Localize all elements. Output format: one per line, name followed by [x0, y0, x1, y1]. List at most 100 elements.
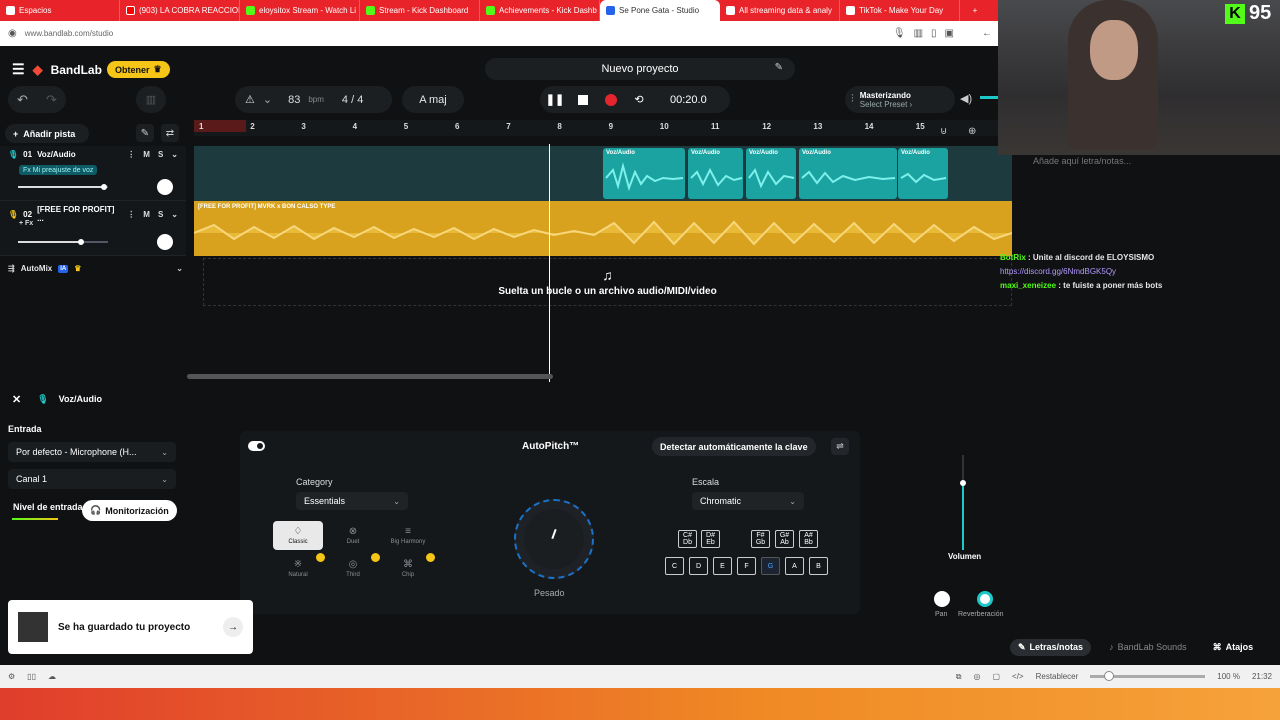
pan-knob[interactable]	[934, 591, 950, 607]
tab-youtube[interactable]: (903) LA COBRA REACCIONA	[120, 0, 240, 21]
record-button[interactable]	[604, 93, 618, 107]
mic-icon[interactable]: 🎙	[893, 28, 906, 39]
channel-select[interactable]: Canal 1 ⌄	[8, 469, 176, 489]
metronome-icon[interactable]: ⚠	[245, 93, 255, 106]
category-select[interactable]: Essentials ⌄	[296, 492, 408, 510]
style-classic[interactable]: ♢ Classic	[273, 521, 323, 550]
save-toast[interactable]: Se ha guardado tu proyecto →	[8, 600, 253, 654]
tab-bandlab-studio[interactable]: Se Pone Gata - Studio	[600, 0, 720, 21]
input-device-select[interactable]: Por defecto - Microphone (H... ⌄	[8, 442, 176, 462]
window-icon[interactable]: ▢	[992, 672, 1000, 681]
key-d-sharp[interactable]: D# Eb	[701, 530, 720, 548]
key-selector[interactable]: A maj	[402, 86, 464, 113]
more-icon[interactable]: ⋮	[127, 210, 135, 219]
scale-select[interactable]: Chromatic ⌄	[692, 492, 804, 510]
lyrics-notes-placeholder[interactable]: Añade aquí letra/notas...	[1033, 156, 1131, 166]
audio-clip[interactable]: Voz/Audio	[898, 148, 948, 199]
track-volume-slider[interactable]	[18, 239, 108, 245]
audio-clip[interactable]: Voz/Audio	[603, 148, 685, 199]
zoom-reset[interactable]: Restablecer	[1036, 672, 1079, 681]
menu-icon[interactable]: ☰	[12, 61, 25, 78]
magnet-icon[interactable]: ⊍	[940, 126, 947, 137]
tab-kick-achievements[interactable]: Achievements - Kick Dashb	[480, 0, 600, 21]
key-g-sharp[interactable]: G# Ab	[775, 530, 794, 548]
tab-streaming-data[interactable]: All streaming data & analy	[720, 0, 840, 21]
key-a-sharp[interactable]: A# Bb	[799, 530, 818, 548]
key-g[interactable]: G	[761, 557, 780, 575]
arrow-right-icon[interactable]: →	[223, 617, 243, 637]
stop-button[interactable]	[576, 93, 590, 107]
settings-icon[interactable]: ⇌	[831, 438, 849, 455]
pan-knob[interactable]	[157, 234, 173, 250]
code-icon[interactable]: </>	[1012, 672, 1024, 681]
slider-thumb[interactable]	[100, 184, 107, 190]
time-signature[interactable]: 4 / 4	[342, 94, 363, 106]
style-duet[interactable]: ⊗ Duet	[328, 521, 378, 550]
audio-clip[interactable]: Voz/Audio	[746, 148, 796, 199]
tab-espacios[interactable]: Espacios	[0, 0, 120, 21]
capture-icon[interactable]: ◎	[973, 672, 980, 681]
fx-preset-badge[interactable]: Fx Mi preajuste de voz	[19, 165, 98, 175]
chevron-down-icon[interactable]: ⌄	[263, 93, 272, 106]
timeline-ruler[interactable]: 1 2 3 4 5 6 7 8 9 10 11 12 13 14 15	[194, 120, 1012, 136]
track-lane-beat[interactable]: [FREE FOR PROFIT] MVRK x BON CALSO TYPE	[194, 201, 1012, 256]
slider-thumb[interactable]	[78, 239, 84, 245]
key-c-sharp[interactable]: C# Db	[678, 530, 697, 548]
settings-icon[interactable]: ⇄	[161, 124, 179, 142]
close-icon[interactable]: ✕	[12, 393, 21, 406]
autopitch-toggle[interactable]	[248, 441, 265, 451]
add-track-button[interactable]: + Añadir pista	[5, 124, 89, 143]
bandlab-logo[interactable]: ☰ ◆ BandLab	[12, 61, 102, 78]
track-name[interactable]: Voz/Audio	[37, 150, 76, 159]
autopitch-dial[interactable]	[499, 484, 609, 594]
tab-bandlab-sounds[interactable]: ♪ BandLab Sounds	[1101, 639, 1195, 655]
key-b[interactable]: B	[809, 557, 828, 575]
pan-knob[interactable]	[157, 179, 173, 195]
pause-icon[interactable]: ❚❚	[546, 93, 564, 107]
loop-icon[interactable]: ⟲	[632, 93, 646, 107]
extension-icon[interactable]: ▥	[914, 28, 923, 39]
bookmark-icon[interactable]: ▯	[931, 28, 937, 39]
monitoring-button[interactable]: 🎧 Monitorización	[82, 500, 177, 521]
url-text[interactable]: www.bandlab.com/studio	[25, 29, 114, 38]
pause-icon[interactable]: ▯▯	[27, 672, 36, 681]
chevron-down-icon[interactable]: ⌄	[171, 150, 178, 159]
mute-button[interactable]: M	[143, 150, 150, 159]
tab-kick-dashboard[interactable]: Stream - Kick Dashboard	[360, 0, 480, 21]
key-a[interactable]: A	[785, 557, 804, 575]
project-title-text[interactable]: Nuevo proyecto	[601, 63, 678, 75]
style-big-harmony[interactable]: ≡ Big Harmony	[383, 521, 433, 550]
mute-button[interactable]: M	[143, 210, 150, 219]
solo-button[interactable]: S	[158, 150, 163, 159]
zoom-thumb[interactable]	[1104, 671, 1115, 681]
project-title[interactable]: Nuevo proyecto ✎	[485, 58, 795, 80]
master-volume-slider[interactable]	[980, 96, 1000, 99]
horizontal-scrollbar[interactable]	[187, 374, 553, 379]
audio-clip[interactable]: Voz/Audio	[688, 148, 743, 199]
back-icon[interactable]: ←	[982, 28, 992, 39]
tab-lyrics-notes[interactable]: ✎ Letras/notas	[1010, 638, 1092, 656]
key-f-sharp[interactable]: F# Gb	[751, 530, 770, 548]
key-d[interactable]: D	[689, 557, 708, 575]
solo-button[interactable]: S	[158, 210, 163, 219]
key-f[interactable]: F	[737, 557, 756, 575]
site-info-icon[interactable]: ◉	[8, 28, 17, 39]
automix-row[interactable]: ⇶ AutoMix IA ♛ ⌄	[8, 264, 183, 273]
reverb-knob[interactable]	[977, 591, 993, 607]
mastering-button[interactable]: ⫶ Masterizando Select Preset ›	[845, 86, 955, 113]
track-volume-slider[interactable]	[18, 184, 108, 190]
edit-icon[interactable]: ✎	[775, 62, 783, 73]
tab-tiktok[interactable]: TikTok - Make Your Day	[840, 0, 960, 21]
get-membership-button[interactable]: Obtener ♛	[107, 61, 170, 78]
bpm-value[interactable]: 83	[288, 94, 300, 106]
add-fx-button[interactable]: + Fx	[19, 220, 33, 227]
screenshot-icon[interactable]: ⧉	[956, 672, 962, 682]
zoom-slider[interactable]	[1090, 671, 1206, 681]
address-bar[interactable]: ◉ www.bandlab.com/studio 🎙 ▥ ▯ ▣ ←	[0, 21, 1000, 46]
drop-zone[interactable]: ♫ Suelta un bucle o un archivo audio/MID…	[203, 258, 1012, 306]
key-e[interactable]: E	[713, 557, 732, 575]
sidebar-icon[interactable]: ▣	[945, 28, 954, 39]
tab-kick-watch[interactable]: eloysitox Stream - Watch Li	[240, 0, 360, 21]
tab-shortcuts[interactable]: ⌘ Atajos	[1205, 639, 1262, 656]
track-row-voz[interactable]: 🎙 01 Voz/Audio ⋮ M S ⌄ Fx Mi preajuste de voz	[0, 146, 186, 201]
